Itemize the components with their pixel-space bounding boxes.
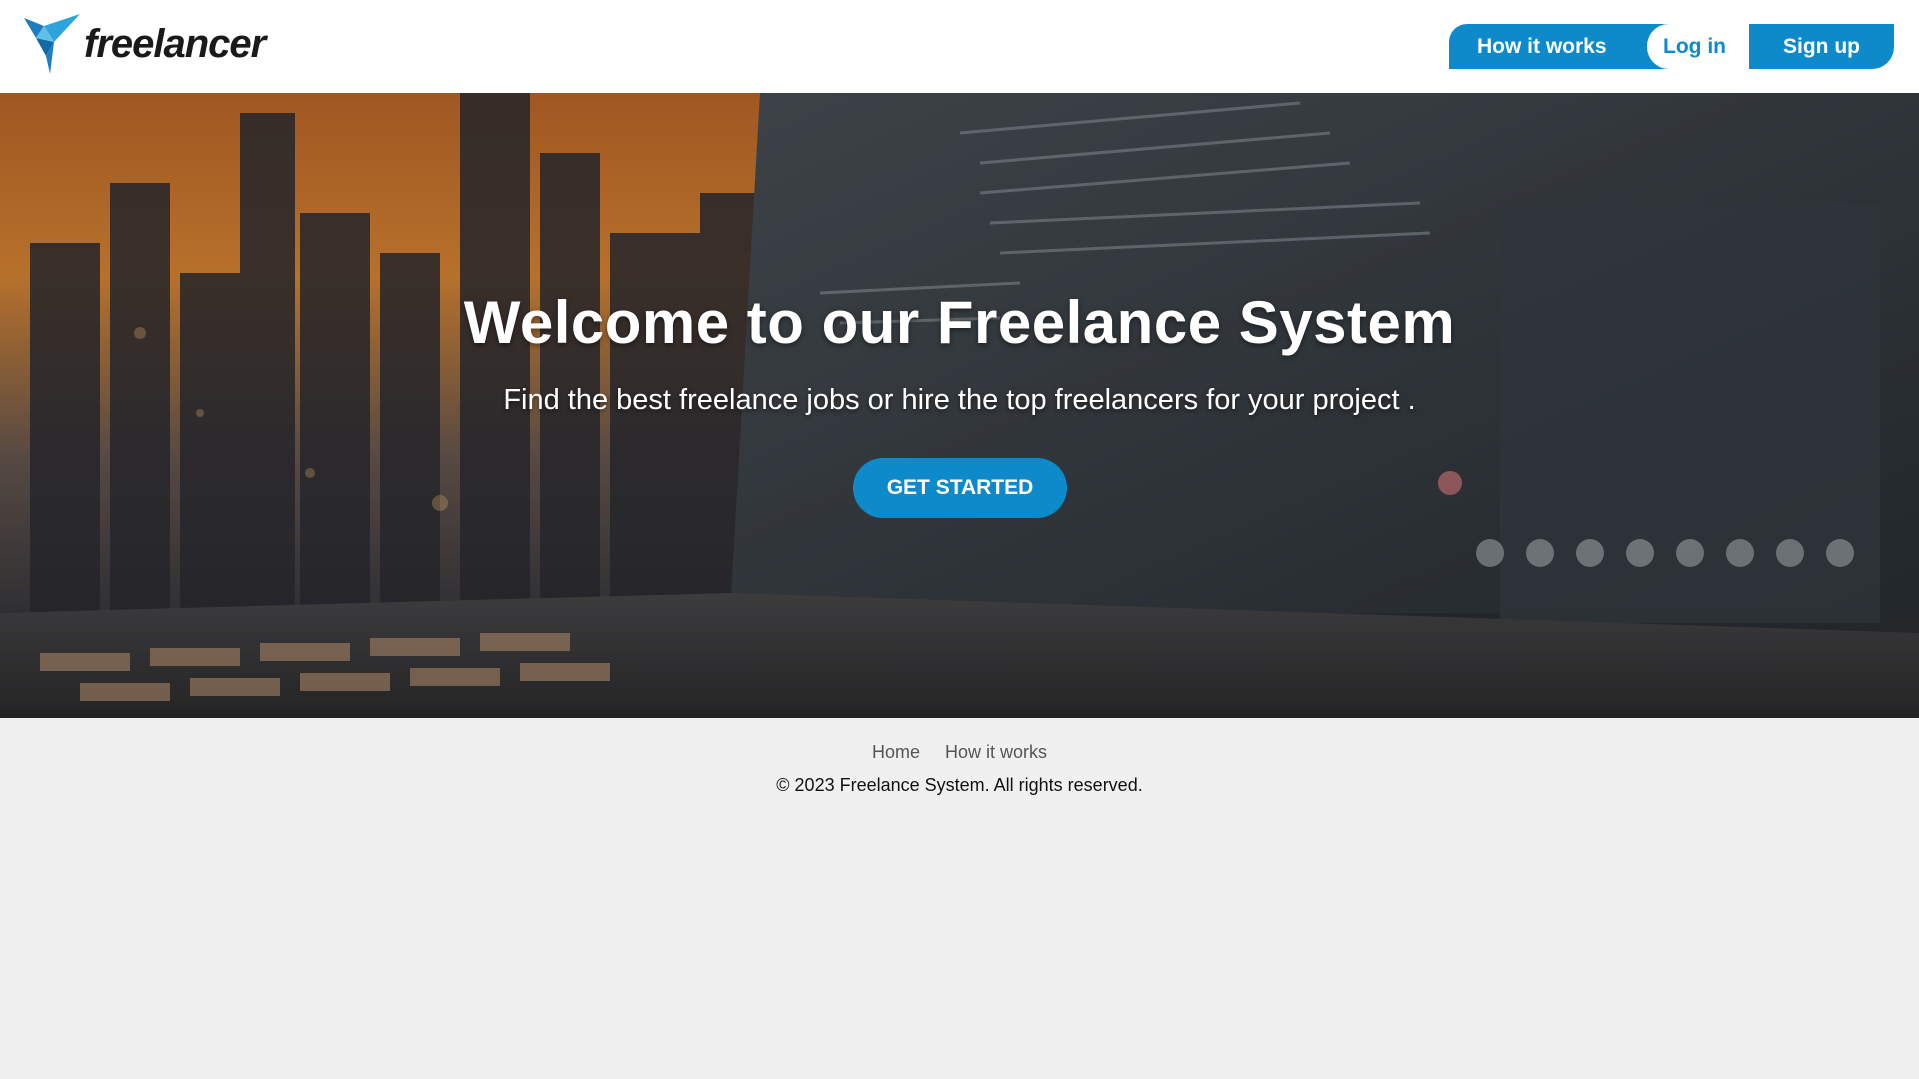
top-nav: How it works Log in Sign up [1449,24,1894,69]
get-started-button[interactable]: GET STARTED [853,458,1067,518]
footer-links: Home How it works [0,742,1919,763]
brand-wordmark: freelancer [84,22,266,66]
site-header: freelancer How it works Log in Sign up [0,0,1919,93]
hero-subtitle: Find the best freelance jobs or hire the… [503,384,1416,416]
footer-link-how-it-works[interactable]: How it works [945,742,1047,763]
how-it-works-button[interactable]: How it works [1449,24,1675,69]
hero-section: Welcome to our Freelance System Find the… [0,93,1919,718]
hero-title: Welcome to our Freelance System [463,289,1456,356]
footer-link-home[interactable]: Home [872,742,920,763]
bird-logo-icon [24,14,80,74]
signup-button[interactable]: Sign up [1749,24,1894,69]
login-button[interactable]: Log in [1647,24,1735,69]
brand-logo[interactable]: freelancer [24,12,266,76]
copyright-text: © 2023 Freelance System. All rights rese… [776,775,1143,795]
